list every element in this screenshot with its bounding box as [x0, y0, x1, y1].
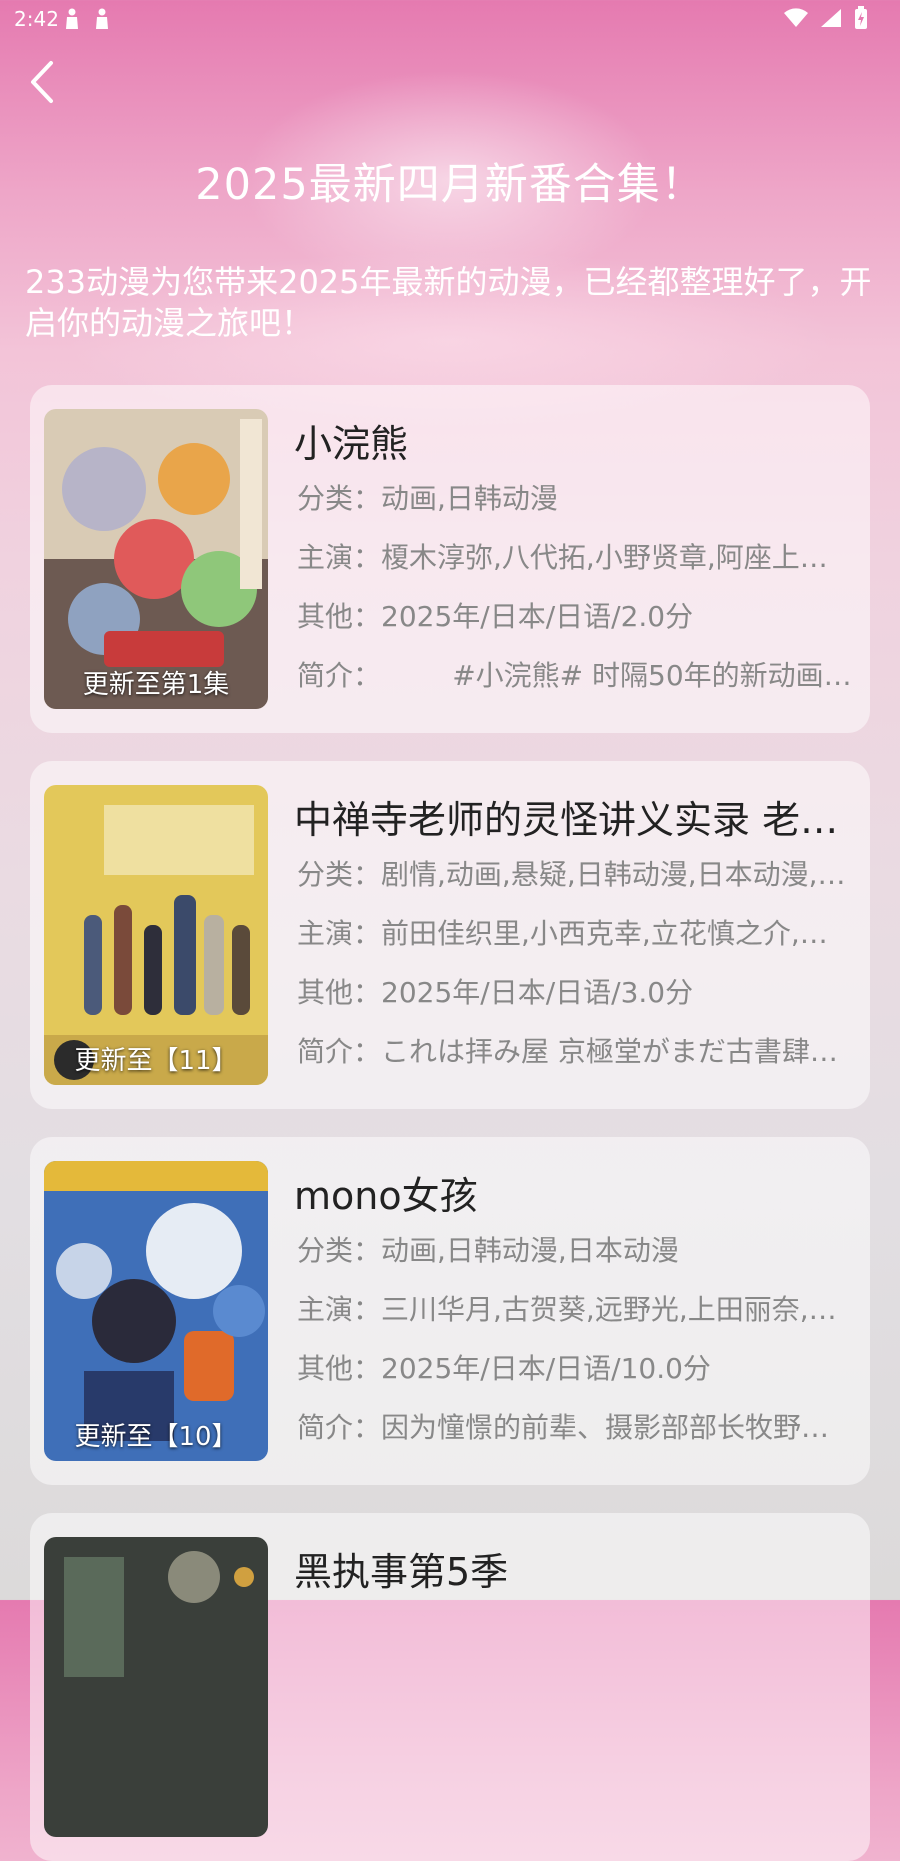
poster-image[interactable]: 更新至第1集 — [44, 409, 268, 709]
summary-label: 简介： — [297, 1035, 382, 1068]
summary-label: 简介： — [297, 1411, 382, 1444]
back-button[interactable] — [18, 58, 66, 106]
category-row: 分类：动画,日韩动漫 — [297, 477, 852, 517]
anime-title[interactable]: 中禅寺老师的灵怪讲义实录 老师都知道 — [294, 789, 854, 844]
other-value: 2025年/日本/日语/3.0分 — [381, 976, 694, 1009]
chevron-left-icon — [31, 61, 53, 103]
anime-card[interactable]: 更新至【10】 mono女孩 分类：动画,日韩动漫,日本动漫 主演：三川华月,古… — [30, 1137, 870, 1485]
update-badge: 更新至【11】 — [74, 1046, 238, 1076]
anime-card[interactable]: 更新至【11】 中禅寺老师的灵怪讲义实录 老师都知道 分类：剧情,动画,悬疑,日… — [30, 761, 870, 1109]
status-time: 2:42 — [14, 7, 59, 31]
category-value: 动画,日韩动漫 — [381, 482, 558, 515]
update-badge: 更新至【10】 — [74, 1422, 238, 1452]
summary-row: 简介：これは拝み屋 京極堂がまだ古書肆を営む前 — [297, 1030, 852, 1070]
cast-value: 前田佳织里,小西克幸,立花慎之介,石田彰 — [381, 917, 852, 950]
wifi-icon — [784, 8, 808, 27]
category-label: 分类： — [297, 1234, 382, 1267]
category-row: 分类：动画,日韩动漫,日本动漫 — [297, 1229, 852, 1269]
cast-value: 三川华月,古贺葵,远野光,上田丽奈,石见舞菜香 — [381, 1293, 852, 1326]
page-intro: 233动漫为您带来2025年最新的动漫，已经都整理好了，开启你的动漫之旅吧！ — [25, 263, 872, 342]
anime-title[interactable]: 黑执事第5季 — [294, 1541, 854, 1596]
battery-icon — [855, 6, 867, 29]
summary-label: 简介： — [297, 659, 382, 692]
summary-value: 因为憧憬的前辈、摄影部部长牧野的影响 — [381, 1411, 852, 1444]
notification-icon — [66, 8, 78, 29]
summary-row: 简介：因为憧憬的前辈、摄影部部长牧野的影响 — [297, 1406, 852, 1446]
update-badge: 更新至第1集 — [82, 670, 230, 700]
category-label: 分类： — [297, 482, 382, 515]
cast-label: 主演： — [297, 1293, 382, 1326]
other-label: 其他： — [297, 600, 382, 633]
other-row: 其他：2025年/日本/日语/3.0分 — [297, 971, 852, 1011]
other-row: 其他：2025年/日本/日语/10.0分 — [297, 1347, 852, 1387]
anime-title[interactable]: mono女孩 — [294, 1165, 854, 1220]
poster-image[interactable]: 更新至【11】 — [44, 785, 268, 1085]
cast-label: 主演： — [297, 917, 382, 950]
cast-row: 主演：榎木淳弥,八代拓,小野贤章,阿座上洋平,石川界人 — [297, 536, 852, 576]
anime-card[interactable]: 黑执事第5季 — [30, 1513, 870, 1861]
other-value: 2025年/日本/日语/2.0分 — [381, 600, 694, 633]
other-value: 2025年/日本/日语/10.0分 — [381, 1352, 711, 1385]
category-value: 动画,日韩动漫,日本动漫 — [381, 1234, 679, 1267]
other-label: 其他： — [297, 976, 382, 1009]
poster-image[interactable] — [44, 1537, 268, 1837]
anime-card[interactable]: 更新至第1集 小浣熊 分类：动画,日韩动漫 主演：榎木淳弥,八代拓,小野贤章,阿… — [30, 385, 870, 733]
cast-row: 主演：三川华月,古贺葵,远野光,上田丽奈,石见舞菜香 — [297, 1288, 852, 1328]
summary-value: #小浣熊# 时隔50年的新动画作品 — [381, 659, 852, 692]
anime-title[interactable]: 小浣熊 — [294, 413, 854, 468]
notification-icon — [96, 8, 108, 29]
category-row: 分类：剧情,动画,悬疑,日韩动漫,日本动漫,其他 — [297, 853, 852, 893]
cast-value: 榎木淳弥,八代拓,小野贤章,阿座上洋平,石川界人 — [381, 541, 852, 574]
status-bar: 2:42 — [0, 0, 900, 36]
status-system-icons — [784, 6, 868, 30]
other-label: 其他： — [297, 1352, 382, 1385]
summary-value: これは拝み屋 京極堂がまだ古書肆を営む前 — [381, 1035, 852, 1068]
cast-label: 主演： — [297, 541, 382, 574]
page-title: 2025最新四月新番合集！ — [195, 160, 705, 210]
poster-image[interactable]: 更新至【10】 — [44, 1161, 268, 1461]
status-notification-icons — [64, 8, 110, 30]
category-label: 分类： — [297, 858, 382, 891]
category-value: 剧情,动画,悬疑,日韩动漫,日本动漫,其他 — [381, 858, 852, 891]
cast-row: 主演：前田佳织里,小西克幸,立花慎之介,石田彰 — [297, 912, 852, 952]
signal-icon — [821, 9, 841, 27]
other-row: 其他：2025年/日本/日语/2.0分 — [297, 595, 852, 635]
summary-row: 简介： #小浣熊# 时隔50年的新动画作品 — [297, 654, 852, 694]
